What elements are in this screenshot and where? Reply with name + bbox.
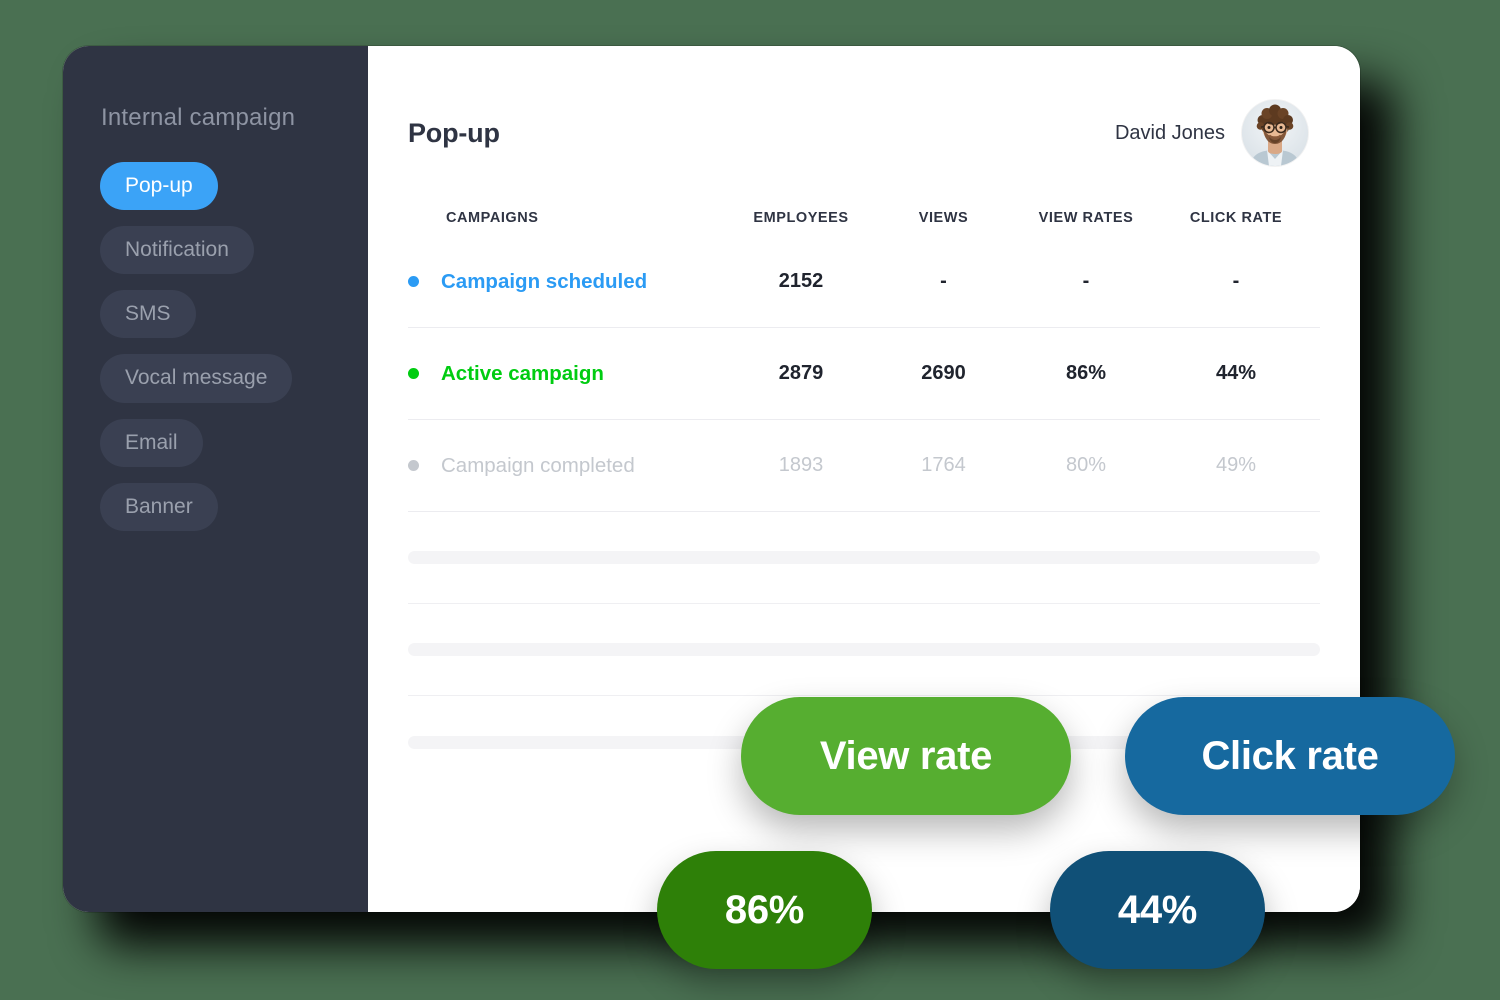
user-profile[interactable]: David Jones: [1115, 100, 1308, 166]
table-header-row: CAMPAIGNS EMPLOYEES VIEWS VIEW RATES CLI…: [408, 210, 1320, 236]
cell-employees: 1893: [778, 454, 824, 476]
status-dot-completed-icon: [408, 460, 419, 471]
column-header-campaigns: CAMPAIGNS: [446, 210, 539, 226]
column-header-views: VIEWS: [918, 210, 969, 226]
user-photo-avatar-icon: [1242, 100, 1308, 166]
placeholder-bar: [408, 643, 1320, 656]
main-header: Pop-up David Jones: [368, 46, 1360, 166]
sidebar-item-label: Notification: [125, 238, 229, 262]
cell-employees: 2879: [778, 362, 824, 384]
callout-view-rate-label: View rate: [819, 733, 993, 778]
cell-employees: 2152: [778, 270, 824, 292]
campaign-name: Campaign scheduled: [441, 269, 648, 293]
badge-view-rate-value[interactable]: 86%: [657, 851, 872, 969]
cell-click-rate: 44%: [1215, 362, 1257, 384]
sidebar-item-label: Vocal message: [125, 366, 268, 390]
sidebar-item-label: Email: [125, 430, 178, 454]
table-row[interactable]: Campaign scheduled 2152 - - -: [408, 236, 1320, 328]
sidebar-item-notification[interactable]: Notification: [100, 226, 254, 275]
column-header-view-rates: VIEW RATES: [1038, 210, 1134, 226]
cell-views: 1764: [921, 454, 966, 476]
cell-view-rates: -: [1082, 270, 1090, 292]
table-row[interactable]: Active campaign 2879 2690 86% 44%: [408, 328, 1320, 420]
user-name: David Jones: [1114, 121, 1225, 144]
placeholder-row: [408, 604, 1320, 696]
campaign-name: Campaign completed: [441, 453, 635, 477]
sidebar-item-vocal-message[interactable]: Vocal message: [100, 354, 293, 403]
sidebar-item-sms[interactable]: SMS: [100, 290, 196, 339]
campaign-name: Active campaign: [441, 361, 604, 385]
sidebar-item-email[interactable]: Email: [100, 418, 203, 467]
cell-views: 2690: [921, 362, 966, 384]
sidebar-item-pop-up[interactable]: Pop-up: [100, 162, 218, 211]
cell-view-rates: 86%: [1065, 362, 1107, 384]
cell-view-rates: 80%: [1065, 454, 1107, 476]
sidebar-item-label: Pop-up: [125, 174, 193, 197]
cell-views: -: [940, 270, 947, 292]
sidebar-nav: Pop-up Notification SMS Vocal message Em…: [63, 162, 368, 531]
badge-click-rate-value[interactable]: 44%: [1050, 851, 1265, 969]
sidebar-item-label: SMS: [125, 302, 171, 326]
cell-click-rate: 49%: [1215, 454, 1257, 476]
sidebar-title: Internal campaign: [101, 104, 296, 131]
sidebar: Internal campaign Pop-up Notification SM…: [63, 46, 368, 912]
callout-view-rate[interactable]: View rate: [741, 697, 1071, 815]
placeholder-bar: [408, 551, 1320, 564]
status-dot-scheduled-icon: [408, 276, 419, 287]
table-row[interactable]: Campaign completed 1893 1764 80% 49%: [408, 420, 1320, 512]
badge-view-rate-text: 86%: [724, 887, 805, 932]
avatar[interactable]: [1242, 100, 1308, 166]
column-header-click-rate: CLICK RATE: [1189, 210, 1283, 226]
page-title: Pop-up: [408, 117, 500, 148]
cell-click-rate: -: [1232, 270, 1240, 292]
badge-click-rate-text: 44%: [1117, 887, 1198, 932]
sidebar-item-banner[interactable]: Banner: [100, 482, 218, 531]
campaigns-table: CAMPAIGNS EMPLOYEES VIEWS VIEW RATES CLI…: [408, 210, 1320, 512]
column-header-employees: EMPLOYEES: [753, 210, 849, 226]
callout-click-rate[interactable]: Click rate: [1125, 697, 1455, 815]
placeholder-row: [408, 512, 1320, 604]
status-dot-active-icon: [408, 368, 419, 379]
callout-click-rate-label: Click rate: [1201, 733, 1379, 778]
sidebar-item-label: Banner: [125, 494, 193, 518]
